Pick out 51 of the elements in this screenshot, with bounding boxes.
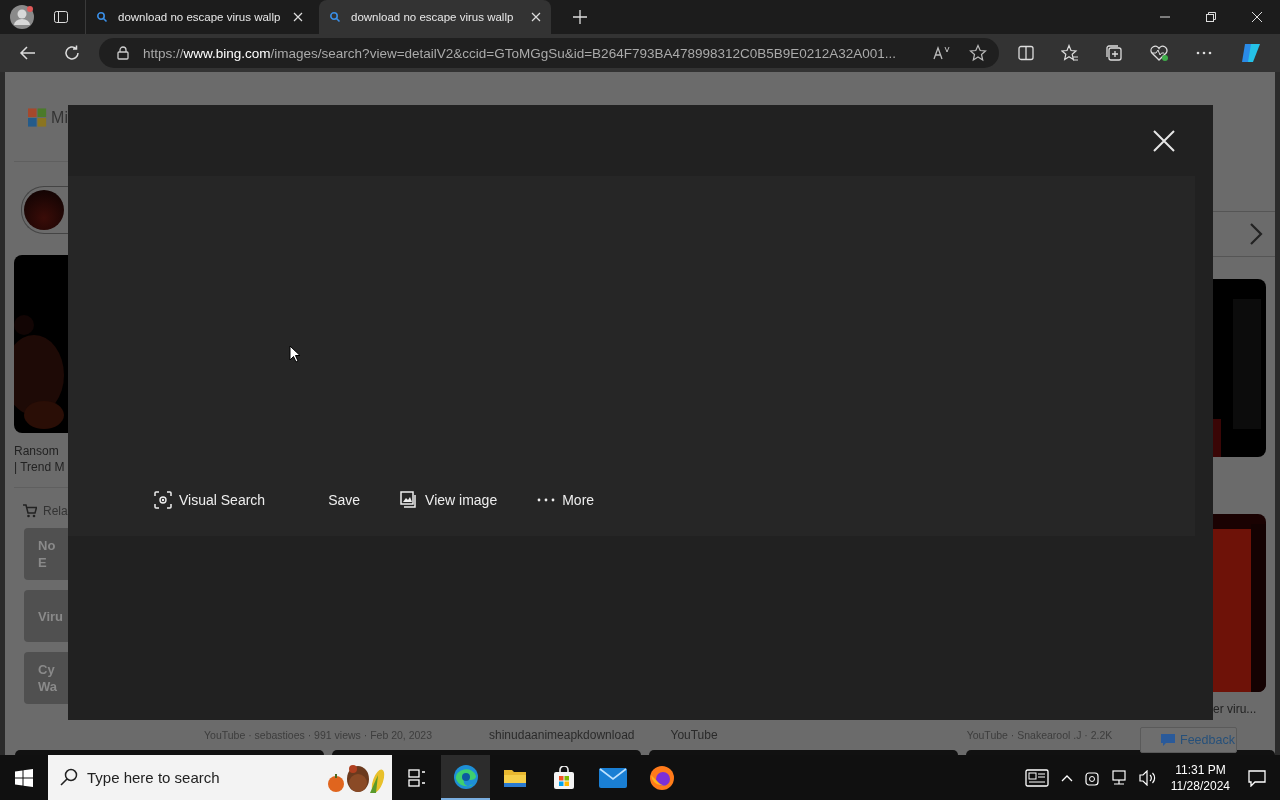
thumbnail-icon <box>24 190 64 230</box>
start-icon[interactable] <box>15 768 33 787</box>
copilot-icon[interactable] <box>1239 41 1263 65</box>
notification-icon[interactable] <box>1248 768 1266 787</box>
close-icon[interactable] <box>531 12 541 22</box>
image-caption: er viru... <box>1213 701 1258 717</box>
favorites-icon[interactable] <box>1061 44 1079 62</box>
close-icon[interactable] <box>1153 129 1175 152</box>
clock-time: 11:31 PM <box>1175 761 1226 778</box>
logo-text: Mi <box>51 109 68 127</box>
collections-icon[interactable] <box>1105 44 1123 62</box>
new-tab-icon[interactable] <box>573 10 587 24</box>
visual-search-button[interactable]: Visual Search <box>154 491 266 509</box>
view-image-button[interactable]: View image <box>400 491 498 509</box>
close-icon[interactable] <box>1251 11 1263 23</box>
edge-taskbar-icon[interactable] <box>441 755 490 800</box>
search-icon <box>329 11 341 23</box>
address-bar[interactable]: https://www.bing.com/images/search?view=detailV2&ccid=GToMGgSu&id=B264F793BA478998312C0B5B9E0212A32A001... <box>99 38 999 68</box>
windows-logo-icon <box>28 108 48 128</box>
image-caption: YouTube <box>670 728 718 742</box>
image-caption: Ransom <box>14 443 60 459</box>
save-button[interactable]: Save <box>328 492 361 508</box>
image-caption: shinudaanimeapkdownload <box>489 728 635 742</box>
scan-icon <box>154 491 172 509</box>
news-icon[interactable] <box>1024 768 1049 787</box>
heartbeat-icon[interactable] <box>1149 44 1169 62</box>
volume-icon[interactable] <box>1138 769 1157 786</box>
more-button[interactable]: More <box>537 492 595 508</box>
taskbar-search-field[interactable]: Type here to search <box>48 755 392 800</box>
more-icon <box>537 497 556 503</box>
meet-icon[interactable] <box>1084 769 1099 786</box>
mouse-cursor-icon <box>289 345 301 363</box>
restore-icon[interactable] <box>1205 11 1217 23</box>
back-icon[interactable] <box>19 44 37 62</box>
close-icon[interactable] <box>293 12 303 22</box>
tab-actions-icon[interactable] <box>53 9 69 25</box>
search-icon <box>96 11 108 23</box>
network-icon[interactable] <box>1110 769 1127 786</box>
browser-tab[interactable]: download no escape virus wallp <box>319 0 551 34</box>
chevron-up-icon[interactable] <box>1060 773 1073 782</box>
refresh-icon[interactable] <box>63 44 81 62</box>
section-label: Rela <box>43 504 68 518</box>
profile-icon[interactable] <box>9 4 35 30</box>
image-caption: | Trend M <box>14 459 66 475</box>
search-icon <box>60 768 78 786</box>
cart-icon <box>23 504 37 518</box>
speech-bubble-icon <box>1161 734 1175 746</box>
chevron-right-icon[interactable] <box>1249 222 1263 246</box>
split-screen-icon[interactable] <box>1017 44 1035 62</box>
image-icon <box>400 491 419 509</box>
clock-date: 11/28/2024 <box>1170 777 1230 794</box>
